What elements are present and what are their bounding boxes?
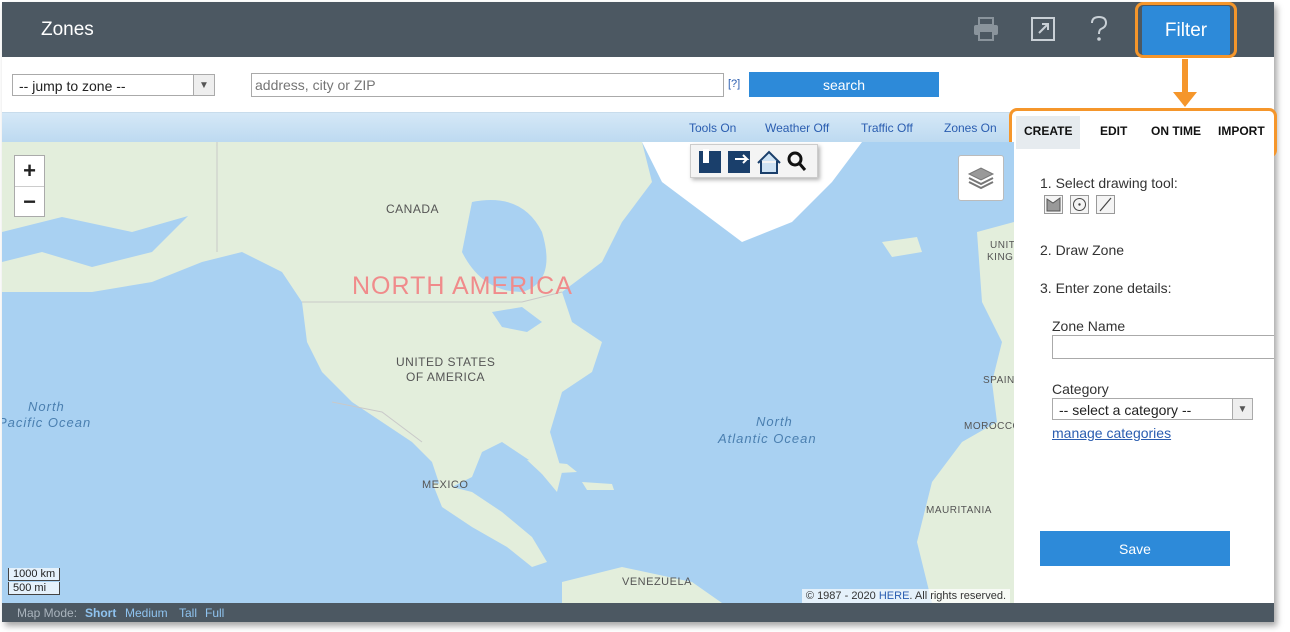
step1-label: 1. Select drawing tool: [1040,175,1178,191]
zones-window: Zones Filter -- jump to zone -- ▼ [?] se… [2,2,1277,622]
tools-toggle[interactable]: Tools On [689,121,736,135]
map-mode-tall[interactable]: Tall [179,606,197,620]
header-bar: Zones [2,2,1274,57]
zoom-out-button[interactable]: − [15,187,44,217]
map-label-usa-2: OF AMERICA [406,370,486,384]
map-label-usa-1: UNITED STATES [396,355,496,369]
map-label-npo-2: Pacific Ocean [2,415,92,430]
callout-arrow-line [1182,59,1188,95]
traffic-toggle[interactable]: Traffic Off [861,121,913,135]
filter-highlight [1135,2,1237,58]
zones-toggle[interactable]: Zones On [944,121,997,135]
chevron-down-icon[interactable]: ▼ [1232,399,1252,419]
circle-tool-icon[interactable] [1070,195,1089,214]
map-label-uk-2: KING [987,252,1014,263]
zoom-in-button[interactable]: + [15,156,44,186]
map-label-npo-1: North [28,399,65,414]
map-tools-toolbar [690,144,818,178]
map-mode-full[interactable]: Full [205,606,224,620]
weather-toggle[interactable]: Weather Off [765,121,829,135]
step3-label: 3. Enter zone details: [1040,280,1172,296]
map-mode-medium[interactable]: Medium [125,606,168,620]
map-label-canada: CANADA [386,202,440,216]
zone-name-input[interactable] [1052,335,1274,359]
search-help-link[interactable]: [?] [728,78,740,90]
layers-button[interactable] [958,155,1004,201]
map-mode-bar: Map Mode: Short Medium Tall Full [2,603,1274,622]
chevron-down-icon[interactable]: ▼ [193,75,214,95]
page-title: Zones [41,19,94,40]
category-select-value: -- select a category -- [1059,402,1192,418]
search-button[interactable]: search [749,72,939,97]
map-label-mauritania: MAURITANIA [926,505,992,516]
save-view-icon[interactable] [728,151,750,173]
category-select[interactable]: -- select a category -- ▼ [1052,398,1253,420]
copyright-prefix: © 1987 - 2020 [805,590,879,602]
map-label-continent: NORTH AMERICA [352,272,573,300]
scale-mi: 500 mi [8,582,61,595]
jump-select-value: -- jump to zone -- [19,78,126,94]
map-label-spain: SPAIN [983,375,1014,386]
popout-icon[interactable] [1029,14,1057,44]
map-label-nao-1: North [756,414,793,429]
line-tool-icon[interactable] [1096,195,1115,214]
map-view[interactable]: CANADA NORTH AMERICA UNITED STATES OF AM… [2,142,1014,603]
copyright-suffix: . All rights reserved. [909,590,1006,602]
pan-tool-icon[interactable] [699,149,721,173]
polygon-tool-icon[interactable] [1044,195,1063,214]
create-zone-panel: 1. Select drawing tool: 2. Draw Zone 3. … [1014,150,1274,603]
callout-arrow-head [1173,92,1197,107]
step2-label: 2. Draw Zone [1040,242,1125,258]
here-link[interactable]: HERE [879,590,910,602]
map-copyright: © 1987 - 2020 HERE. All rights reserved. [801,589,1010,603]
map-label-uk-1: UNIT [990,240,1014,251]
map-label-nao-2: Atlantic Ocean [718,431,817,446]
map-label-morocco: MOROCCO [964,421,1014,432]
jump-to-zone-select[interactable]: -- jump to zone -- ▼ [12,74,215,96]
search-icon[interactable] [787,151,807,171]
map-background [2,142,1014,603]
map-scale: 1000 km 500 mi [8,568,61,596]
address-search-input[interactable] [251,73,724,97]
layers-icon [967,167,995,190]
map-mode-short[interactable]: Short [85,606,116,620]
scale-km: 1000 km [8,568,61,581]
map-label-mexico: MEXICO [422,479,469,491]
map-toggle-bar: Tools On Weather Off Traffic Off Zones O… [2,112,1012,143]
save-button[interactable]: Save [1040,531,1230,566]
zone-name-label: Zone Name [1052,318,1126,334]
manage-categories-link[interactable]: manage categories [1052,425,1171,441]
map-label-venezuela: VENEZUELA [622,576,692,588]
map-mode-label: Map Mode: [17,606,78,620]
zoom-control: + − [14,155,45,217]
help-icon[interactable] [1085,14,1113,44]
print-icon[interactable] [972,14,1000,44]
category-label: Category [1052,381,1109,397]
home-icon[interactable] [757,150,781,174]
